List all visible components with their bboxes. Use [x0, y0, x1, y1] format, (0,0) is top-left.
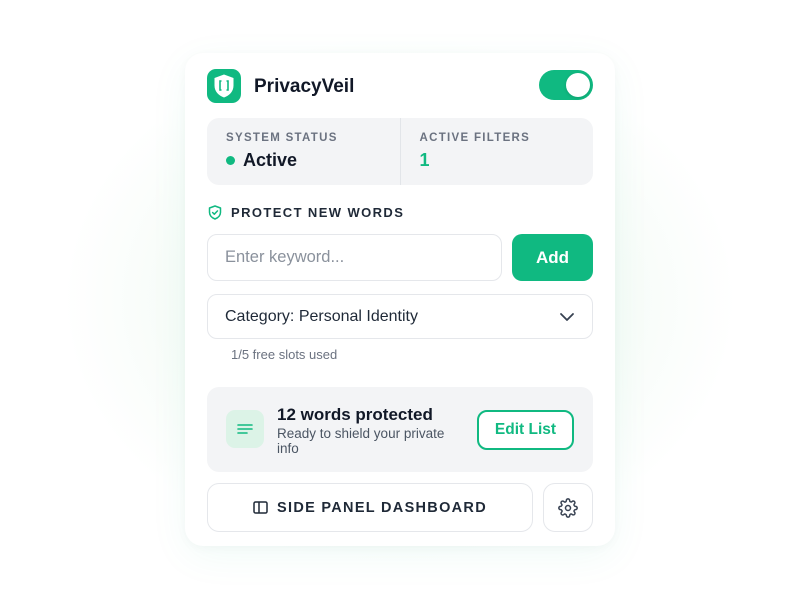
- system-status: SYSTEM STATUS Active: [207, 118, 400, 185]
- slots-usage: 1/5 free slots used: [231, 347, 338, 362]
- list-icon: [226, 410, 264, 448]
- chevron-down-icon: [560, 312, 574, 321]
- add-button[interactable]: Add: [512, 234, 593, 281]
- header: PrivacyVeil: [207, 69, 593, 105]
- system-status-value-row: Active: [226, 150, 400, 171]
- gear-icon: [558, 497, 578, 518]
- dashboard-label: SIDE PANEL DASHBOARD: [277, 499, 487, 516]
- shield-check-icon: [208, 205, 222, 220]
- active-filters: ACTIVE FILTERS 1: [399, 118, 594, 185]
- protect-section-label: PROTECT NEW WORDS: [231, 205, 405, 220]
- edit-list-button[interactable]: Edit List: [477, 410, 574, 450]
- category-select[interactable]: Category: Personal Identity: [207, 294, 593, 339]
- status-panel: SYSTEM STATUS Active ACTIVE FILTERS 1: [207, 118, 593, 185]
- side-panel-dashboard-button[interactable]: SIDE PANEL DASHBOARD: [207, 483, 533, 532]
- shield-logo-icon: [207, 69, 241, 103]
- status-dot-icon: [226, 156, 235, 165]
- protected-words-panel: 12 words protected Ready to shield your …: [207, 387, 593, 472]
- protect-section-title: PROTECT NEW WORDS: [208, 205, 404, 220]
- side-panel-icon: [253, 501, 268, 514]
- category-value: Category: Personal Identity: [225, 307, 418, 325]
- system-status-value: Active: [243, 150, 298, 170]
- app-title: PrivacyVeil: [254, 76, 355, 97]
- settings-button[interactable]: [543, 483, 593, 532]
- enable-toggle[interactable]: [539, 70, 593, 100]
- words-count: 12 words protected: [277, 405, 433, 424]
- active-filters-label: ACTIVE FILTERS: [419, 132, 531, 144]
- extension-popup: PrivacyVeil SYSTEM STATUS Active ACTIVE …: [185, 53, 615, 546]
- keyword-input[interactable]: [207, 234, 502, 281]
- active-filters-value: 1: [419, 150, 430, 170]
- system-status-label: SYSTEM STATUS: [226, 132, 338, 144]
- words-subtitle: Ready to shield your private info: [277, 426, 445, 456]
- toggle-knob: [566, 73, 590, 97]
